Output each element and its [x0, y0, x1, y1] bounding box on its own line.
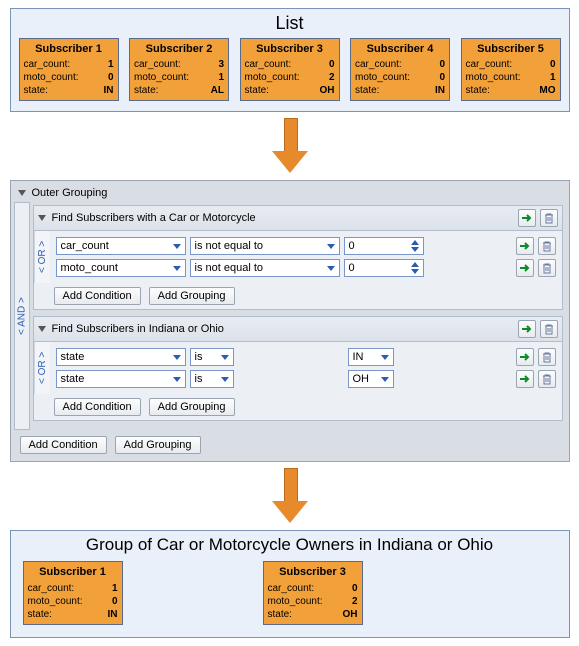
- condition-row: state is OH: [56, 368, 556, 390]
- value-spinner[interactable]: 0: [344, 259, 424, 277]
- condition-group: Find Subscribers with a Car or Motorcycl…: [33, 205, 563, 310]
- value-select[interactable]: OH: [348, 370, 394, 388]
- subscriber-card: Subscriber 3 car_count:0 moto_count:2 st…: [240, 38, 340, 101]
- delete-row-button[interactable]: [538, 348, 556, 366]
- add-condition-button[interactable]: Add Condition: [54, 287, 141, 305]
- subscriber-card: Subscriber 1 car_count:1 moto_count:0 st…: [23, 561, 123, 624]
- add-condition-button[interactable]: Add Condition: [54, 398, 141, 416]
- chevron-down-icon: [173, 266, 181, 271]
- subscriber-card: Subscriber 2 car_count:3 moto_count:1 st…: [129, 38, 229, 101]
- field-select[interactable]: car_count: [56, 237, 186, 255]
- add-row-button[interactable]: [516, 237, 534, 255]
- add-row-button[interactable]: [516, 370, 534, 388]
- chevron-down-icon: [173, 244, 181, 249]
- spinner-arrows-icon: [411, 240, 419, 252]
- value-select[interactable]: IN: [348, 348, 394, 366]
- condition-group: Find Subscribers in Indiana or Ohio < OR…: [33, 316, 563, 421]
- add-row-button[interactable]: [516, 259, 534, 277]
- chevron-down-icon: [221, 377, 229, 382]
- subscriber-card: Subscriber 5 car_count:0 moto_count:1 st…: [461, 38, 561, 101]
- add-group-button[interactable]: [518, 209, 536, 227]
- condition-row: moto_count is not equal to 0: [56, 257, 556, 279]
- value-spinner[interactable]: 0: [344, 237, 424, 255]
- delete-group-button[interactable]: [540, 209, 558, 227]
- outer-grouping-label: Outer Grouping: [32, 187, 108, 199]
- result-panel: Group of Car or Motorcycle Owners in Ind…: [10, 530, 570, 637]
- source-list-panel: List Subscriber 1 car_count:1 moto_count…: [10, 8, 570, 112]
- group-header[interactable]: Find Subscribers with a Car or Motorcycl…: [34, 206, 562, 231]
- query-builder-panel: Outer Grouping < AND > Find Subscribers …: [10, 180, 570, 462]
- field-select[interactable]: state: [56, 348, 186, 366]
- delete-row-button[interactable]: [538, 259, 556, 277]
- collapse-icon: [38, 326, 46, 332]
- chevron-down-icon: [173, 377, 181, 382]
- chevron-down-icon: [327, 244, 335, 249]
- operator-select[interactable]: is not equal to: [190, 237, 340, 255]
- operator-select[interactable]: is: [190, 348, 234, 366]
- chevron-down-icon: [221, 355, 229, 360]
- add-grouping-button[interactable]: Add Grouping: [149, 398, 235, 416]
- chevron-down-icon: [327, 266, 335, 271]
- source-list-title: List: [19, 13, 561, 34]
- result-title: Group of Car or Motorcycle Owners in Ind…: [19, 535, 561, 555]
- subscriber-card: Subscriber 1 car_count:1 moto_count:0 st…: [19, 38, 119, 101]
- subscriber-card: Subscriber 3 car_count:0 moto_count:2 st…: [263, 561, 363, 624]
- group-title: Find Subscribers in Indiana or Ohio: [52, 323, 224, 335]
- add-grouping-button[interactable]: Add Grouping: [149, 287, 235, 305]
- field-select[interactable]: moto_count: [56, 259, 186, 277]
- add-group-button[interactable]: [518, 320, 536, 338]
- chevron-down-icon: [381, 377, 389, 382]
- operator-select[interactable]: is not equal to: [190, 259, 340, 277]
- and-operator-rail[interactable]: < AND >: [14, 202, 30, 430]
- chevron-down-icon: [173, 355, 181, 360]
- spinner-arrows-icon: [411, 262, 419, 274]
- or-operator-rail[interactable]: < OR >: [34, 342, 50, 394]
- flow-arrow-icon: [272, 118, 308, 174]
- condition-row: state is IN: [56, 346, 556, 368]
- flow-arrow-icon: [272, 468, 308, 524]
- source-subscribers-row: Subscriber 1 car_count:1 moto_count:0 st…: [19, 38, 561, 101]
- field-select[interactable]: state: [56, 370, 186, 388]
- group-title: Find Subscribers with a Car or Motorcycl…: [52, 212, 256, 224]
- add-grouping-button[interactable]: Add Grouping: [115, 436, 201, 454]
- condition-row: car_count is not equal to 0: [56, 235, 556, 257]
- add-row-button[interactable]: [516, 348, 534, 366]
- group-header[interactable]: Find Subscribers in Indiana or Ohio: [34, 317, 562, 342]
- collapse-icon: [18, 190, 26, 196]
- collapse-icon: [38, 215, 46, 221]
- delete-group-button[interactable]: [540, 320, 558, 338]
- add-condition-button[interactable]: Add Condition: [20, 436, 107, 454]
- chevron-down-icon: [381, 355, 389, 360]
- or-operator-rail[interactable]: < OR >: [34, 231, 50, 283]
- subscriber-card: Subscriber 4 car_count:0 moto_count:0 st…: [350, 38, 450, 101]
- subscriber-title: Subscriber 1: [24, 42, 114, 56]
- delete-row-button[interactable]: [538, 237, 556, 255]
- outer-grouping-header[interactable]: Outer Grouping: [14, 184, 566, 202]
- operator-select[interactable]: is: [190, 370, 234, 388]
- delete-row-button[interactable]: [538, 370, 556, 388]
